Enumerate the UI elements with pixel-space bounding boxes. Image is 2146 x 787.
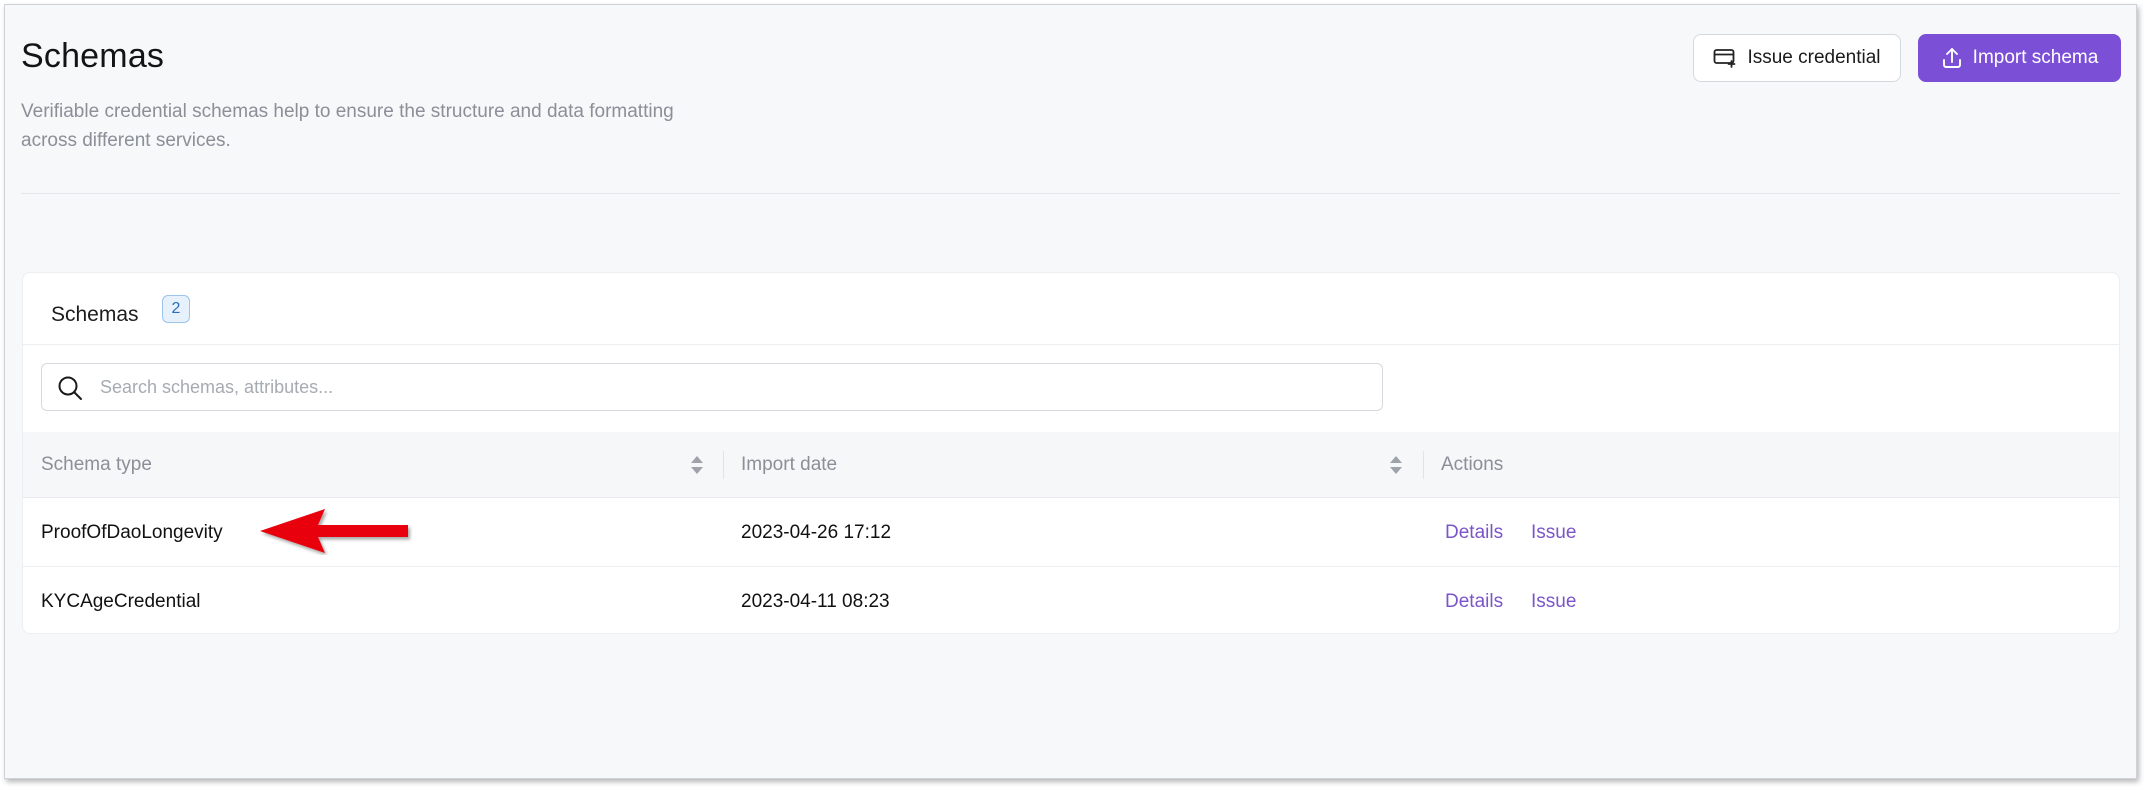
- card-plus-icon: [1713, 48, 1737, 68]
- schemas-card: Schemas 2 Schema type Import date: [22, 272, 2120, 634]
- column-header-import-date[interactable]: Import date: [741, 432, 837, 498]
- tab-schemas[interactable]: Schemas: [51, 303, 139, 327]
- column-header-schema-type[interactable]: Schema type: [41, 432, 152, 498]
- import-schema-label: Import schema: [1972, 47, 2099, 68]
- table-header: Schema type Import date Actions: [23, 432, 2119, 498]
- column-header-actions: Actions: [1441, 432, 1503, 498]
- column-label-actions: Actions: [1441, 454, 1504, 475]
- app-window: Schemas Verifiable credential schemas he…: [4, 4, 2137, 779]
- page-title: Schemas: [21, 37, 165, 75]
- issue-credential-label: Issue credential: [1747, 47, 1881, 68]
- import-date-cell: 2023-04-26 17:12: [741, 522, 892, 543]
- card-header: Schemas 2: [23, 273, 2119, 345]
- column-label-import-date: Import date: [741, 454, 838, 475]
- page-description: Verifiable credential schemas help to en…: [21, 101, 674, 151]
- schema-type-cell: KYCAgeCredential: [41, 591, 201, 612]
- header-divider: [21, 193, 2120, 194]
- issue-link[interactable]: Issue: [1531, 499, 1576, 567]
- issue-link[interactable]: Issue: [1531, 568, 1576, 633]
- search-field[interactable]: [41, 363, 1383, 411]
- column-separator: [723, 451, 724, 479]
- upload-icon: [1941, 47, 1963, 69]
- count-badge: 2: [162, 295, 190, 323]
- import-schema-button[interactable]: Import schema: [1918, 34, 2121, 82]
- details-link[interactable]: Details: [1445, 568, 1503, 633]
- column-label-schema-type: Schema type: [41, 454, 152, 475]
- table-row[interactable]: KYCAgeCredential 2023-04-11 08:23 Detail…: [23, 568, 2119, 633]
- red-arrow-icon: [258, 507, 413, 560]
- issue-credential-button[interactable]: Issue credential: [1693, 34, 1901, 82]
- search-input[interactable]: [100, 364, 1370, 410]
- column-separator: [1423, 451, 1424, 479]
- sort-icon[interactable]: [690, 454, 704, 481]
- import-date-cell: 2023-04-11 08:23: [741, 591, 890, 612]
- details-link[interactable]: Details: [1445, 499, 1503, 567]
- sort-icon[interactable]: [1389, 454, 1403, 481]
- schema-type-cell: ProofOfDaoLongevity: [41, 522, 223, 543]
